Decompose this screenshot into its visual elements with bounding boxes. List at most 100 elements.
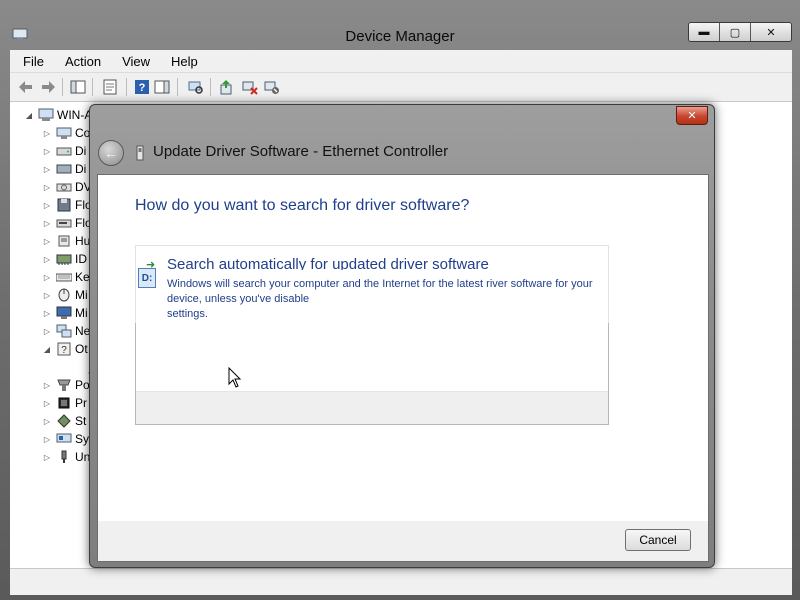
action-pane-icon[interactable]	[154, 79, 170, 95]
tree-item[interactable]: ▷ Co	[42, 124, 90, 142]
expand-arrow-icon[interactable]: ▷	[42, 165, 52, 174]
dialog-footer: Cancel	[97, 521, 709, 562]
tree-item[interactable]: ▷ Di	[42, 160, 86, 178]
close-button[interactable]: ✕	[751, 23, 791, 41]
mouse-icon	[58, 288, 70, 302]
expand-arrow-icon[interactable]: ▷	[42, 453, 52, 462]
dialog-close-button[interactable]: ✕	[676, 106, 708, 125]
expand-arrow-icon[interactable]: ▷	[42, 435, 52, 444]
keyboard-icon	[56, 273, 72, 282]
title-bar[interactable]: Device Manager ▬ ▢ ✕	[0, 0, 800, 50]
maximize-button[interactable]: ▢	[720, 23, 751, 41]
collapse-arrow-icon[interactable]: ◢	[42, 345, 52, 354]
cancel-button[interactable]: Cancel	[625, 529, 691, 551]
system-devices-icon	[56, 433, 72, 443]
tree-item-label: Ke	[75, 270, 90, 284]
expand-arrow-icon[interactable]: ▷	[42, 255, 52, 264]
back-arrow-icon[interactable]	[18, 79, 34, 95]
computer-root-icon	[38, 108, 54, 121]
expand-arrow-icon[interactable]: ▷	[42, 147, 52, 156]
expand-arrow-icon[interactable]: ▷	[42, 129, 52, 138]
back-button[interactable]: ←	[98, 140, 124, 166]
menu-action[interactable]: Action	[52, 54, 109, 69]
floppy-icon	[57, 198, 71, 212]
tree-item[interactable]: ▷ Un	[42, 448, 90, 466]
disable-device-icon[interactable]	[264, 79, 280, 95]
back-arrow-icon: ←	[104, 145, 118, 161]
scan-hardware-icon[interactable]	[188, 79, 204, 95]
tree-root[interactable]: ◢ WIN-A	[24, 106, 92, 124]
expand-arrow-icon[interactable]: ▷	[42, 417, 52, 426]
ethernet-device-icon	[136, 145, 144, 161]
storage-controller-icon	[57, 414, 71, 428]
svg-text:?: ?	[139, 82, 146, 94]
tree-item-label: St	[75, 414, 87, 428]
search-automatically-option[interactable]: ➜ D: Search automatically for updated dr…	[135, 245, 609, 325]
properties-icon[interactable]	[102, 79, 118, 95]
option-auto-description: Windows will search your computer and th…	[167, 277, 603, 322]
expand-arrow-icon[interactable]: ▷	[42, 381, 52, 390]
tree-item[interactable]: ▷ Ne	[42, 322, 90, 340]
minimize-button[interactable]: ▬	[689, 23, 720, 41]
tree-item[interactable]: ▷ Ke	[42, 268, 90, 286]
tree-item[interactable]: ▷ Flo	[42, 214, 92, 232]
tree-item-label: Ot	[75, 342, 88, 356]
expand-arrow-icon[interactable]: ▷	[42, 327, 52, 336]
expand-arrow-icon[interactable]: ▷	[42, 309, 52, 318]
toolbar-separator	[92, 78, 93, 96]
tree-item-label: ID	[75, 252, 87, 266]
tree-item-label: Mi	[75, 306, 88, 320]
menu-view[interactable]: View	[109, 54, 158, 69]
dvd-drive-icon	[56, 183, 72, 192]
expand-arrow-icon[interactable]: ▷	[42, 201, 52, 210]
toolbar-separator	[62, 78, 63, 96]
hid-icon	[58, 235, 70, 247]
tree-item[interactable]: ▷ Sy	[42, 430, 89, 448]
tree-item[interactable]: ▷ St	[42, 412, 86, 430]
disk-drive-icon	[56, 147, 72, 156]
tree-item[interactable]: ◢? Ot	[42, 340, 88, 358]
browse-computer-option[interactable]	[135, 323, 609, 425]
collapse-arrow-icon[interactable]: ◢	[24, 111, 34, 120]
network-adapter-icon	[56, 324, 72, 338]
status-bar	[10, 568, 792, 595]
expand-arrow-icon[interactable]: ▷	[42, 291, 52, 300]
menu-file[interactable]: File	[10, 54, 52, 69]
tree-item[interactable]: ▷ Po	[42, 376, 90, 394]
forward-arrow-icon[interactable]	[40, 79, 56, 95]
tree-item-label: Pr	[75, 396, 87, 410]
uninstall-icon[interactable]	[242, 79, 258, 95]
driver-search-icon: D:	[138, 268, 156, 288]
tree-root-label: WIN-A	[57, 108, 93, 122]
help-icon[interactable]: ?	[134, 79, 150, 95]
dialog-title: Update Driver Software - Ethernet Contro…	[153, 143, 449, 160]
menu-bar: File Action View Help	[10, 50, 792, 73]
update-driver-icon[interactable]	[218, 79, 234, 95]
expand-arrow-icon[interactable]: ▷	[42, 273, 52, 282]
toolbar: ?	[10, 73, 792, 102]
tree-item[interactable]: ▷ DV	[42, 178, 92, 196]
usb-controller-icon	[61, 450, 67, 463]
expand-arrow-icon[interactable]: ▷	[42, 219, 52, 228]
show-hide-tree-icon[interactable]	[70, 79, 86, 95]
mouse-pointer-icon	[228, 367, 242, 388]
tree-item[interactable]: ▷ Pr	[42, 394, 87, 412]
option-auto-description-settings: settings.	[167, 308, 208, 320]
processor-icon	[58, 397, 70, 409]
menu-help[interactable]: Help	[158, 54, 206, 69]
window-title: Device Manager	[345, 28, 455, 45]
tree-item[interactable]: ▷ Mi	[42, 304, 88, 322]
expand-arrow-icon[interactable]: ▷	[42, 183, 52, 192]
dialog-body: How do you want to search for driver sof…	[97, 174, 709, 523]
tree-item[interactable]: ▷ Di	[42, 142, 86, 160]
expand-arrow-icon[interactable]: ▷	[42, 399, 52, 408]
option-auto-title: Search automatically for updated driver …	[167, 256, 489, 270]
tree-item[interactable]: ▷ ID	[42, 250, 87, 268]
toolbar-separator	[177, 78, 178, 96]
expand-arrow-icon[interactable]: ▷	[42, 237, 52, 246]
tree-item[interactable]: ▷ Hu	[42, 232, 90, 250]
browse-option-footer	[136, 391, 608, 425]
toolbar-separator	[210, 78, 211, 96]
tree-item[interactable]: ▷ Mi	[42, 286, 88, 304]
tree-item[interactable]: ▷ Flo	[42, 196, 92, 214]
